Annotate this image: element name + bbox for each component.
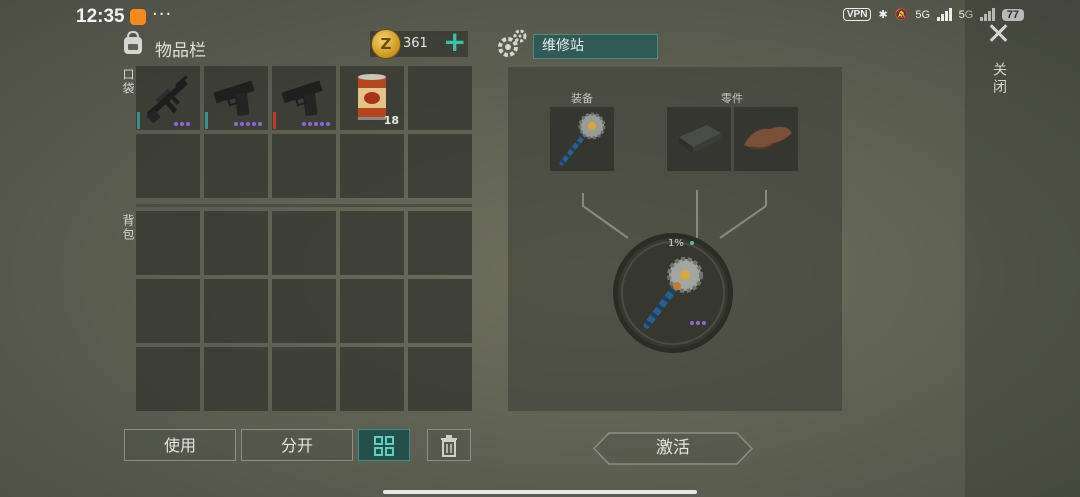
coin-count: 361 [403, 36, 428, 51]
backpack-slot[interactable] [204, 279, 268, 343]
more-notifications-icon: ··· [152, 4, 173, 25]
close-icon[interactable]: ✕ [986, 20, 1011, 50]
leather-icon [744, 126, 792, 150]
backpack-slot[interactable] [204, 347, 268, 411]
backpack-slot[interactable] [408, 211, 472, 275]
add-coins-button[interactable]: + [443, 28, 466, 56]
signal-icon [937, 8, 952, 21]
close-label[interactable]: 关闭 [989, 62, 1009, 96]
inventory-title: 物品栏 [155, 41, 206, 61]
pocket-slot-empty[interactable] [136, 134, 200, 198]
split-button[interactable]: 分开 [241, 429, 353, 461]
bluetooth-icon: ✱ [878, 9, 888, 21]
item-quantity: 18 [383, 114, 399, 127]
backpack-slot[interactable] [272, 279, 336, 343]
part-slot-metal[interactable] [667, 107, 731, 171]
rarity-dots [234, 122, 262, 126]
activate-label[interactable]: 激活 [593, 432, 753, 465]
backpack-slot[interactable] [340, 347, 404, 411]
rarity-dots [174, 122, 190, 126]
backpack-slot[interactable] [340, 279, 404, 343]
trash-icon [441, 435, 457, 457]
backpack-label: 背包 [121, 214, 135, 242]
backpack-grid [136, 211, 472, 411]
pocket-slot-empty[interactable] [340, 134, 404, 198]
metal-plate-icon [679, 125, 721, 153]
saw-mace-icon [559, 112, 606, 166]
assault-rifle-icon [146, 75, 188, 124]
backpack-slot[interactable] [408, 279, 472, 343]
rarity-bar [205, 112, 208, 129]
rarity-bar [137, 112, 140, 129]
equipment-slot[interactable] [550, 107, 614, 171]
backpack-slot[interactable] [136, 279, 200, 343]
backpack-slot[interactable] [136, 211, 200, 275]
rarity-dots [302, 122, 330, 126]
pocket-slot-rifle[interactable] [136, 66, 200, 130]
pocket-slot-empty[interactable] [204, 134, 268, 198]
backpack-slot[interactable] [272, 211, 336, 275]
part-slot-leather[interactable] [734, 107, 798, 171]
trash-button[interactable] [427, 429, 471, 461]
network-5g-1: 5G [915, 8, 931, 21]
use-button[interactable]: 使用 [124, 429, 236, 461]
progress-indicator [690, 241, 694, 245]
parts-label: 零件 [721, 92, 743, 105]
connector-line [696, 190, 698, 206]
backpack-slot[interactable] [340, 211, 404, 275]
repair-progress: 1% [668, 238, 684, 249]
rarity-dots [690, 321, 706, 325]
pocket-slot-canned-food[interactable]: 18 [340, 66, 404, 130]
station-title: 维修站 [533, 34, 658, 59]
pocket-slot-empty[interactable] [408, 134, 472, 198]
backpack-slot[interactable] [272, 347, 336, 411]
vpn-badge: VPN [842, 8, 872, 21]
backpack-icon [124, 30, 142, 54]
pocket-slot-pistol-1[interactable] [204, 66, 268, 130]
pocket-slot-empty[interactable] [408, 66, 472, 130]
app-notification-icon [130, 9, 146, 25]
pocket-grid: 18 [136, 66, 472, 198]
pocket-slot-pistol-2[interactable] [272, 66, 336, 130]
coin-icon: Z [371, 29, 401, 59]
backpack-slot[interactable] [204, 211, 268, 275]
equipment-label: 装备 [571, 92, 593, 105]
clock: 12:35 [76, 6, 125, 27]
home-indicator[interactable] [383, 490, 697, 494]
grid-icon [374, 436, 394, 456]
backpack-slot[interactable] [408, 347, 472, 411]
rarity-bar [273, 112, 276, 129]
pistol-icon [213, 80, 255, 116]
status-bar: 12:35 ··· VPN ✱ 🔕 5G 5G 77 [0, 0, 1080, 34]
mute-icon: 🔕 [894, 9, 909, 21]
backpack-slot[interactable] [136, 347, 200, 411]
pocket-slot-empty[interactable] [272, 134, 336, 198]
gear-icon [498, 29, 527, 57]
sort-grid-button[interactable] [358, 429, 410, 461]
side-strip [965, 0, 1080, 497]
connector-line [765, 190, 767, 206]
pocket-label: 口袋 [121, 68, 135, 96]
pistol-icon [281, 80, 323, 116]
section-divider [136, 204, 472, 207]
